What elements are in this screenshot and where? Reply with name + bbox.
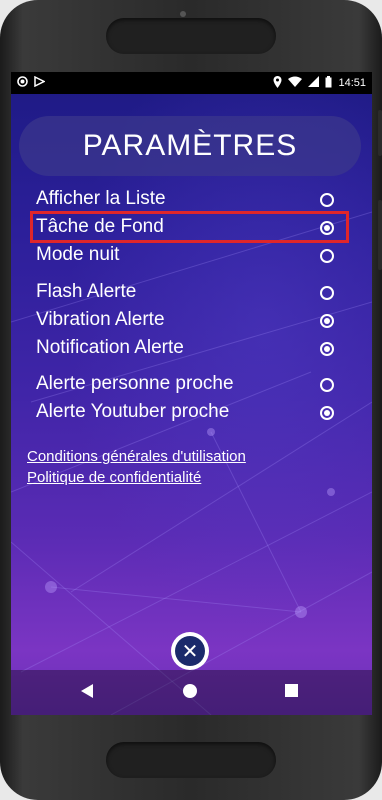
recent-apps-icon[interactable]: [285, 684, 298, 697]
front-camera: [180, 11, 186, 17]
radio-button[interactable]: [320, 221, 334, 235]
radio-button[interactable]: [320, 378, 334, 392]
page-title: PARAMÈTRES: [82, 129, 298, 162]
volume-up-button: [378, 110, 382, 156]
radio-button[interactable]: [320, 193, 334, 207]
setting-label: Tâche de Fond: [36, 216, 164, 237]
radio-button[interactable]: [320, 342, 334, 356]
app-screen: 14:51 PARAMÈTRES Afficher la Liste Tâche…: [11, 72, 372, 715]
battery-icon: [325, 75, 332, 91]
radio-button[interactable]: [320, 286, 334, 300]
setting-alerte-personne[interactable]: Alerte personne proche: [27, 372, 357, 400]
setting-label: Alerte personne proche: [36, 373, 234, 394]
privacy-link[interactable]: Politique de confidentialité: [27, 469, 201, 486]
radio-button[interactable]: [320, 406, 334, 420]
home-icon[interactable]: [183, 684, 197, 698]
setting-label: Mode nuit: [36, 244, 120, 265]
signal-icon: [308, 76, 320, 90]
setting-vibration-alerte[interactable]: Vibration Alerte: [27, 308, 357, 336]
clock: 14:51: [338, 77, 366, 89]
setting-tache-de-fond[interactable]: Tâche de Fond: [27, 215, 357, 243]
close-icon: ✕: [175, 636, 205, 666]
setting-label: Notification Alerte: [36, 337, 184, 358]
top-speaker: [106, 18, 276, 54]
setting-flash-alerte[interactable]: Flash Alerte: [27, 280, 357, 308]
navigation-bar: [11, 670, 372, 715]
play-store-icon: [34, 75, 46, 90]
setting-label: Flash Alerte: [36, 281, 137, 302]
setting-notification-alerte[interactable]: Notification Alerte: [27, 336, 357, 364]
status-bar: 14:51: [11, 72, 372, 94]
phone-frame: 14:51 PARAMÈTRES Afficher la Liste Tâche…: [0, 0, 382, 800]
title-bar: PARAMÈTRES: [19, 116, 361, 176]
back-icon[interactable]: [81, 684, 93, 698]
setting-mode-nuit[interactable]: Mode nuit: [27, 243, 357, 271]
location-icon: [273, 75, 282, 91]
close-button[interactable]: ✕: [171, 632, 209, 670]
record-icon: [17, 76, 28, 90]
setting-label: Afficher la Liste: [36, 188, 166, 209]
wifi-icon: [288, 76, 303, 90]
radio-button[interactable]: [320, 249, 334, 263]
setting-alerte-youtuber[interactable]: Alerte Youtuber proche: [27, 400, 357, 428]
setting-label: Vibration Alerte: [36, 309, 165, 330]
setting-label: Alerte Youtuber proche: [36, 401, 230, 422]
setting-afficher-liste[interactable]: Afficher la Liste: [27, 187, 357, 215]
bottom-speaker: [106, 742, 276, 778]
terms-link[interactable]: Conditions générales d'utilisation: [27, 448, 246, 465]
power-button: [378, 200, 382, 270]
radio-button[interactable]: [320, 314, 334, 328]
